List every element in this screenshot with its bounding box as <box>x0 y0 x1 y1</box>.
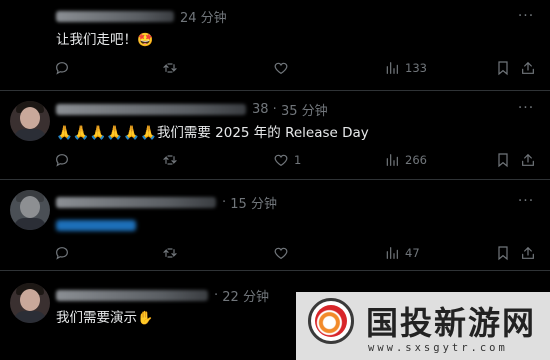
tweet-3-views-button[interactable]: 47 <box>384 243 420 263</box>
tweet-2-like-count: 1 <box>294 153 302 167</box>
share-icon <box>522 61 534 74</box>
retweet-icon <box>163 63 177 73</box>
tweet-1-actions: 133 <box>50 58 550 78</box>
tweet-3-share-button[interactable] <box>520 243 536 263</box>
tweet-1-meta: 24 分钟 <box>56 6 227 26</box>
views-icon <box>386 62 398 74</box>
views-icon <box>386 247 398 259</box>
watermark-url: www.sxsgytr.com <box>368 342 508 354</box>
tweet-4-author-name[interactable] <box>56 289 208 301</box>
tweet-3[interactable]: · 15 分钟 ··· 47 <box>0 180 550 271</box>
tweet-1-more-button[interactable]: ··· <box>516 8 536 24</box>
reply-icon <box>56 62 68 75</box>
watermark-logo-icon <box>308 298 354 344</box>
tweet-2-time[interactable]: 35 分钟 <box>281 100 328 119</box>
tweet-1-bookmark-button[interactable] <box>495 58 511 78</box>
tweet-2-share-button[interactable] <box>520 150 536 170</box>
tweet-3-bookmark-button[interactable] <box>495 243 511 263</box>
tweet-3-retweet-button[interactable] <box>162 243 178 263</box>
tweet-3-actions: 47 <box>50 243 550 263</box>
watermark-title: 国投新游网 <box>366 304 537 342</box>
avatar[interactable] <box>10 283 50 323</box>
tweet-1-views-button[interactable]: 133 <box>384 58 427 78</box>
tweet-3-time[interactable]: 15 分钟 <box>230 193 277 212</box>
tweet-2-views-button[interactable]: 266 <box>384 150 427 170</box>
raised-hand-emoji: ✋ <box>137 311 154 326</box>
avatar[interactable] <box>10 190 50 230</box>
tweet-3-reply-button[interactable] <box>54 243 70 263</box>
heart-icon <box>274 247 288 260</box>
tweet-3-view-count: 47 <box>405 246 420 260</box>
tweet-2-reply-button[interactable] <box>54 150 70 170</box>
tweet-2-meta: 38 · 35 分钟 <box>56 99 328 119</box>
tweet-1[interactable]: 24 分钟 ··· 让我们走吧！🤩 133 <box>0 0 550 91</box>
tweet-2-like-button[interactable]: 1 <box>273 150 301 170</box>
tweet-3-like-button[interactable] <box>273 243 289 263</box>
tweet-2-retweet-button[interactable] <box>162 150 178 170</box>
tweet-1-share-button[interactable] <box>520 58 536 78</box>
tweet-3-author-name[interactable] <box>56 196 216 208</box>
share-icon <box>522 246 534 259</box>
tweet-2-view-count: 266 <box>405 153 427 167</box>
tweet-3-link[interactable] <box>56 220 136 231</box>
bookmark-icon <box>498 153 508 168</box>
tweet-1-like-button[interactable] <box>273 58 289 78</box>
tweet-4-time[interactable]: 22 分钟 <box>222 286 269 305</box>
tweet-4-meta: · 22 分钟 <box>56 285 269 305</box>
heart-icon <box>274 154 288 167</box>
tweet-3-more-button[interactable]: ··· <box>516 193 536 209</box>
tweet-4-text: 我们需要演示✋ <box>56 310 154 326</box>
tweet-2-actions: 1 266 <box>50 150 550 170</box>
bookmark-icon <box>498 61 508 76</box>
tweet-2-bookmark-button[interactable] <box>495 150 511 170</box>
tweet-2-text: 🙏🙏🙏🙏🙏🙏我们需要 2025 年的 Release Day <box>56 125 369 141</box>
views-icon <box>386 154 398 166</box>
reply-icon <box>56 154 68 167</box>
retweet-icon <box>163 155 177 165</box>
tweet-1-retweet-button[interactable] <box>162 58 178 78</box>
avatar[interactable] <box>10 101 50 141</box>
tweet-3-meta: · 15 分钟 <box>56 192 277 212</box>
reply-icon <box>56 247 68 260</box>
tweet-2-author-name[interactable] <box>56 103 246 115</box>
tweet-1-text: 让我们走吧！🤩 <box>56 32 154 48</box>
tweet-1-view-count: 133 <box>405 61 427 75</box>
star-struck-emoji: 🤩 <box>137 33 154 48</box>
tweet-1-time[interactable]: 24 分钟 <box>180 7 227 26</box>
share-icon <box>522 153 534 166</box>
heart-icon <box>274 62 288 75</box>
bookmark-icon <box>498 246 508 261</box>
tweet-1-reply-button[interactable] <box>54 58 70 78</box>
tweet-2-more-button[interactable]: ··· <box>516 100 536 116</box>
retweet-icon <box>163 248 177 258</box>
tweet-1-author-name[interactable] <box>56 10 174 22</box>
tweet-2[interactable]: 38 · 35 分钟 ··· 🙏🙏🙏🙏🙏🙏我们需要 2025 年的 Releas… <box>0 91 550 180</box>
watermark: 国投新游网 www.sxsgytr.com <box>296 292 550 360</box>
